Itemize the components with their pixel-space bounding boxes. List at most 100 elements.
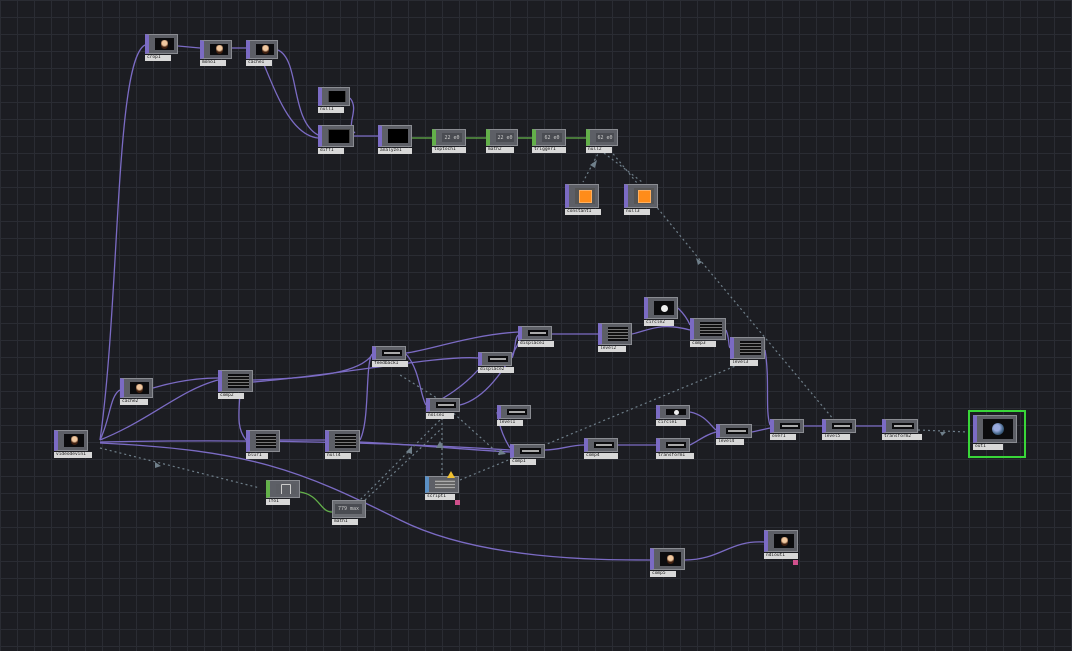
node-null4[interactable]: null4 [325, 430, 360, 459]
globe-icon [992, 423, 1004, 435]
wire [582, 149, 601, 183]
wire [684, 541, 765, 561]
node-label: over1 [770, 434, 796, 440]
dot-icon [673, 409, 679, 415]
script-icon [435, 480, 455, 489]
bars-icon [700, 324, 722, 334]
node-label: null2 [586, 147, 612, 153]
node-label: level4 [716, 439, 744, 445]
wire [359, 353, 373, 441]
bars-icon [335, 436, 356, 446]
network-editor[interactable]: crop1 mono1 cache1 null1 diff1 analyze1 … [0, 0, 1072, 651]
face-icon [780, 536, 788, 546]
node-level3[interactable]: level3 [730, 337, 765, 366]
dot-icon [660, 304, 668, 312]
wire [677, 307, 691, 326]
bars-icon [668, 444, 684, 446]
face-icon [70, 436, 78, 445]
node-level1[interactable]: level1 [497, 405, 531, 426]
node-ndiout1[interactable]: ndiout1 [764, 530, 798, 559]
node-cache2[interactable]: cache2 [120, 378, 153, 405]
node-displace1[interactable]: displace1 [518, 326, 554, 347]
bars-icon [608, 329, 628, 339]
node-label: trigger1 [532, 147, 566, 153]
bars-icon [782, 425, 798, 427]
node-mono1[interactable]: mono1 [200, 40, 232, 66]
node-math2[interactable]: 22 e0 math2 [486, 129, 518, 153]
node-videodevin1[interactable]: videodevin1 [54, 430, 92, 458]
node-label: circle2 [644, 320, 674, 326]
wire [277, 49, 319, 136]
node-comp2[interactable]: comp2 [218, 370, 253, 399]
node-label: ndiout1 [764, 553, 798, 559]
node-label: comp4 [584, 453, 618, 459]
face-icon [261, 45, 269, 54]
node-label: null1 [318, 107, 344, 113]
wire [544, 444, 585, 451]
node-trigger1[interactable]: 62 e0 trigger1 [532, 129, 566, 153]
node-label: cache2 [120, 399, 148, 405]
node-label: toptoch1 [432, 147, 466, 153]
node-label: null3 [624, 209, 650, 215]
node-blur1[interactable]: blur1 [246, 430, 280, 459]
node-constant1[interactable]: constant1 [565, 184, 601, 215]
node-null1[interactable]: null1 [318, 87, 350, 113]
node-label: feedback1 [372, 361, 408, 367]
channel-value: 22 e0 [497, 134, 513, 141]
node-toptoch1[interactable]: 22 e0 toptoch1 [432, 129, 466, 153]
bars-icon [894, 425, 912, 427]
wire [99, 379, 219, 441]
node-label: analyze1 [378, 148, 412, 154]
node-out1[interactable]: out1 [973, 415, 1017, 450]
node-math1[interactable]: 779 max math1 [332, 500, 366, 525]
bars-icon [530, 332, 546, 334]
node-analyze1[interactable]: analyze1 [378, 125, 412, 154]
node-level2[interactable]: level2 [598, 323, 632, 352]
node-circle1[interactable]: circle1 [656, 405, 690, 426]
node-noise1[interactable]: noise1 [426, 398, 460, 419]
wire [261, 59, 319, 139]
bars-icon [728, 430, 746, 432]
node-transform1[interactable]: transform1 [656, 438, 694, 459]
node-null2[interactable]: 62 e0 null2 [586, 129, 618, 153]
node-label: null4 [325, 453, 351, 459]
wire [99, 442, 651, 561]
node-script1[interactable]: script1 [425, 476, 459, 500]
node-diff1[interactable]: diff1 [318, 125, 354, 154]
node-comp4[interactable]: comp4 [584, 438, 618, 459]
node-null3[interactable]: null3 [624, 184, 658, 215]
node-cache1[interactable]: cache1 [246, 40, 278, 66]
node-label: mono1 [200, 60, 226, 66]
node-feedback1[interactable]: feedback1 [372, 346, 408, 367]
node-over1[interactable]: over1 [770, 419, 804, 440]
bars-icon [438, 404, 454, 406]
node-level5[interactable]: level5 [822, 419, 856, 440]
node-comp5[interactable]: comp5 [650, 548, 685, 577]
bars-icon [256, 436, 276, 446]
node-label: cache1 [246, 60, 272, 66]
face-icon [136, 383, 143, 393]
node-crop1[interactable]: crop1 [145, 34, 178, 61]
wire [99, 440, 511, 451]
wire [177, 45, 201, 49]
node-label: comp1 [510, 459, 536, 465]
node-transform2[interactable]: transform2 [882, 419, 922, 440]
wire [405, 331, 519, 354]
node-comp3[interactable]: comp3 [690, 318, 726, 347]
node-label: lfo1 [266, 499, 290, 505]
node-label: level1 [497, 420, 523, 426]
node-circle2[interactable]: circle2 [644, 297, 678, 326]
node-label: out1 [973, 444, 1003, 450]
node-comp1[interactable]: comp1 [510, 444, 545, 465]
node-label: noise1 [426, 413, 454, 419]
node-displace2[interactable]: displace2 [478, 352, 514, 373]
node-label: displace2 [478, 367, 514, 373]
node-label: script1 [425, 494, 455, 500]
face-icon [161, 39, 168, 49]
face-icon [667, 554, 674, 564]
node-lfo1[interactable]: lfo1 [266, 480, 300, 505]
black-frame-icon [388, 129, 408, 143]
node-label: math2 [486, 147, 514, 153]
node-level4[interactable]: level4 [716, 424, 752, 445]
bars-icon [490, 358, 506, 360]
